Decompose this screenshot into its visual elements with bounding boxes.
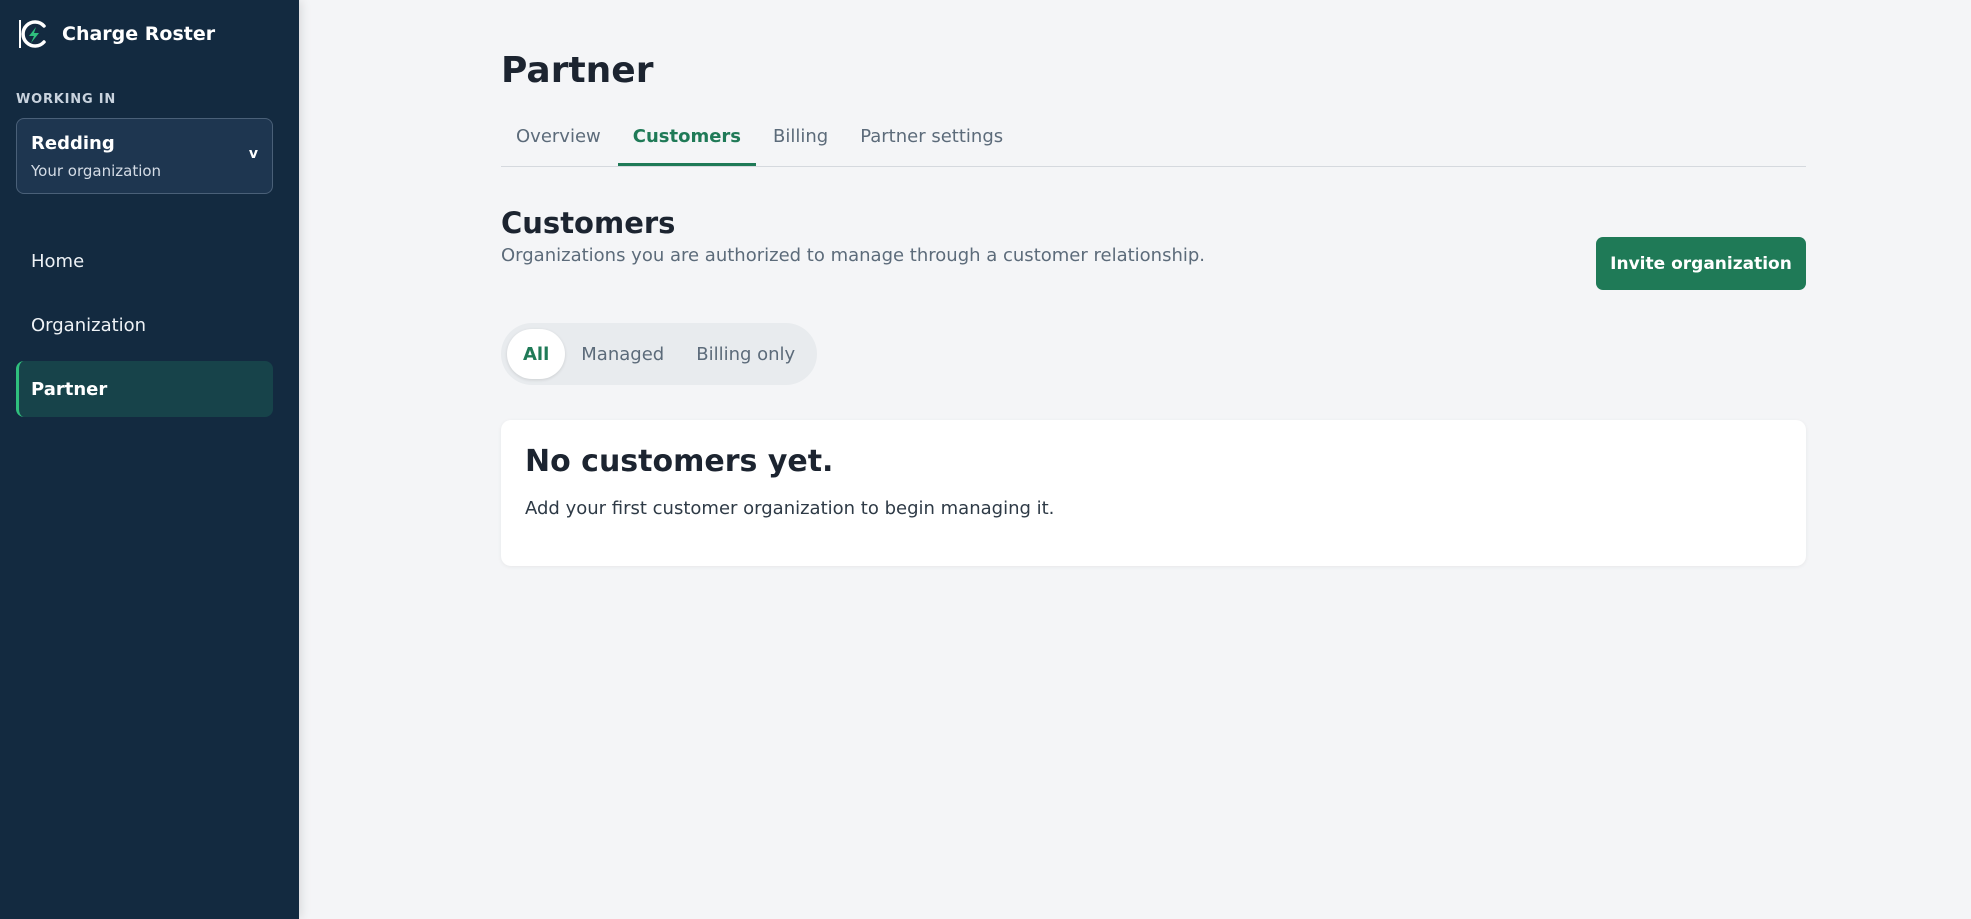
org-switcher[interactable]: Redding Your organization v <box>16 118 273 194</box>
tab-customers[interactable]: Customers <box>617 118 757 166</box>
empty-state-title: No customers yet. <box>525 444 834 479</box>
filter-managed[interactable]: Managed <box>565 329 680 379</box>
sidebar-item-home[interactable]: Home <box>16 233 273 289</box>
customer-filter: All Managed Billing only <box>501 323 818 385</box>
page-title: Partner <box>501 50 654 91</box>
sidebar-item-organization[interactable]: Organization <box>16 297 273 353</box>
main-content: Partner Overview Customers Billing Partn… <box>299 0 1971 919</box>
chevron-down-icon: v <box>248 146 258 162</box>
tab-overview[interactable]: Overview <box>501 118 616 164</box>
org-subtitle: Your organization <box>31 162 162 180</box>
sidebar-nav: Home Organization Partner <box>16 233 273 425</box>
invite-organization-button[interactable]: Invite organization <box>1596 237 1806 290</box>
filter-all[interactable]: All <box>507 329 566 379</box>
sidebar: Charge Roster WORKING IN Redding Your or… <box>0 0 299 919</box>
brand[interactable]: Charge Roster <box>16 16 215 52</box>
section-title: Customers <box>501 206 676 240</box>
tab-bar: Overview Customers Billing Partner setti… <box>501 118 1806 167</box>
tab-partner-settings[interactable]: Partner settings <box>845 118 1018 164</box>
empty-state-description: Add your first customer organization to … <box>525 498 1055 519</box>
section-description: Organizations you are authorized to mana… <box>501 245 1206 266</box>
sidebar-item-partner[interactable]: Partner <box>16 361 273 417</box>
brand-name: Charge Roster <box>62 23 216 45</box>
lightning-bolt-icon <box>16 16 52 52</box>
empty-state-card: No customers yet. Add your first custome… <box>501 420 1806 566</box>
tab-billing[interactable]: Billing <box>758 118 843 164</box>
working-in-label: WORKING IN <box>16 92 117 107</box>
app-root: Charge Roster WORKING IN Redding Your or… <box>0 0 1971 919</box>
org-name: Redding <box>31 133 115 154</box>
filter-billing-only[interactable]: Billing only <box>680 329 811 379</box>
